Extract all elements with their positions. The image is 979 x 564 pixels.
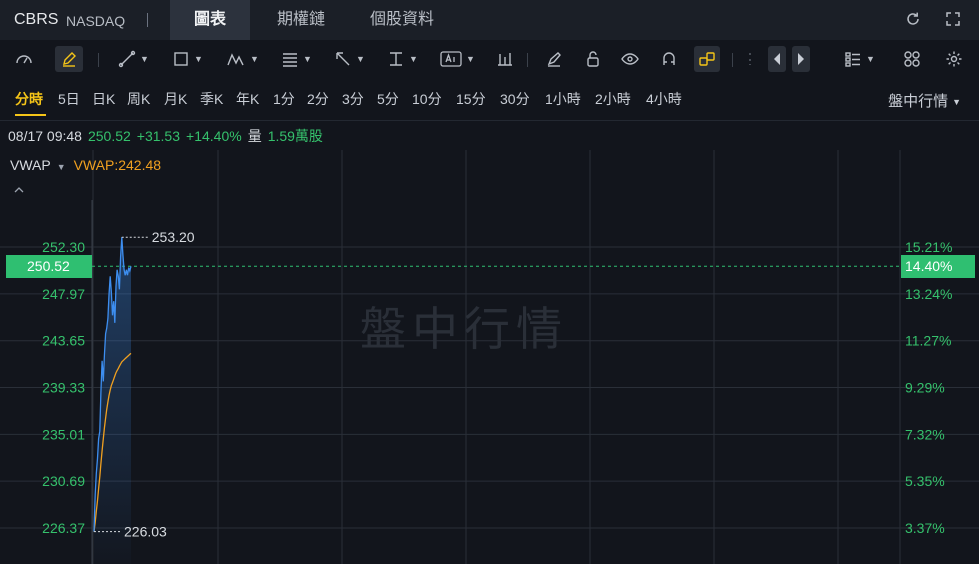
low-price-label: 226.03 bbox=[124, 524, 167, 540]
period-year[interactable]: 年K bbox=[236, 89, 259, 109]
arrow-tool-icon[interactable]: ▼ bbox=[334, 46, 365, 72]
y-tick-label: 247.97 bbox=[42, 286, 85, 302]
toolbar-divider bbox=[527, 53, 528, 67]
y-tick-label: 235.01 bbox=[42, 426, 85, 442]
pencil-icon[interactable] bbox=[55, 46, 83, 72]
top-header: CBRS NASDAQ 圖表 期權鏈 個股資料 bbox=[0, 0, 979, 40]
header-divider bbox=[147, 13, 148, 27]
tab-options-chain[interactable]: 期權鏈 bbox=[252, 0, 350, 40]
speedometer-icon[interactable] bbox=[14, 46, 36, 72]
y-tick-label: 230.69 bbox=[42, 473, 85, 489]
period-30m[interactable]: 30分 bbox=[500, 89, 530, 109]
period-3m[interactable]: 3分 bbox=[342, 89, 364, 109]
chart-series bbox=[93, 237, 132, 564]
period-1h[interactable]: 1小時 bbox=[545, 89, 581, 109]
fibonacci-tool-icon[interactable]: ▼ bbox=[281, 46, 312, 72]
volume-label: 量 bbox=[247, 128, 262, 144]
settings-icon[interactable] bbox=[945, 46, 963, 72]
y-tick-label-percent: 3.37% bbox=[905, 520, 945, 536]
period-5m[interactable]: 5分 bbox=[377, 89, 399, 109]
y-tick-label: 239.33 bbox=[42, 380, 85, 396]
tab-chart[interactable]: 圖表 bbox=[170, 0, 250, 40]
period-selector: 分時 5日 日K 周K 月K 季K 年K 1分 2分 3分 5分 10分 15分… bbox=[0, 80, 979, 120]
session-mode-label: 盤中行情 bbox=[888, 93, 949, 110]
fullscreen-icon[interactable] bbox=[944, 10, 962, 28]
period-month[interactable]: 月K bbox=[164, 89, 187, 109]
chevron-down-icon[interactable]: ▼ bbox=[57, 162, 66, 172]
y-tick-label-percent: 7.32% bbox=[905, 426, 945, 442]
chevron-down-icon: ▼ bbox=[952, 97, 961, 108]
quote-info-line: 08/17 09:48 250.52 +31.53 +14.40% 量 1.59萬股 bbox=[8, 126, 329, 146]
y-tick-label: 243.65 bbox=[42, 333, 85, 349]
quote-price: 250.52 bbox=[87, 128, 131, 144]
quote-change-pct: +14.40% bbox=[186, 128, 242, 144]
chart-watermark: 盤中行情 bbox=[360, 303, 568, 355]
quote-change: +31.53 bbox=[136, 128, 181, 144]
stock-symbol: CBRS bbox=[14, 11, 59, 28]
text-tool-icon[interactable]: ▼ bbox=[440, 46, 475, 72]
prev-icon[interactable] bbox=[768, 46, 786, 72]
period-4h[interactable]: 4小時 bbox=[646, 89, 682, 109]
session-mode-dropdown[interactable]: 盤中行情 ▼ bbox=[888, 90, 961, 111]
y-tick-label: 252.30 bbox=[42, 239, 85, 255]
period-5d[interactable]: 5日 bbox=[58, 89, 80, 109]
bar-icon[interactable] bbox=[496, 46, 514, 72]
measure-tool-icon[interactable]: ▼ bbox=[387, 46, 418, 72]
indicator-legend: VWAP ▼ VWAP:242.48 bbox=[10, 157, 161, 173]
period-2m[interactable]: 2分 bbox=[307, 89, 329, 109]
grid-icon[interactable] bbox=[903, 46, 921, 72]
drawing-toolbar: ▼ ▼ ▼ ▼ ▼ ▼ ▼ ▼ bbox=[0, 40, 979, 78]
magnet-icon[interactable] bbox=[660, 46, 678, 72]
quote-datetime: 08/17 09:48 bbox=[8, 128, 82, 144]
collapse-icon[interactable] bbox=[14, 183, 24, 197]
price-area bbox=[94, 237, 131, 564]
pattern-tool-icon[interactable]: ▼ bbox=[226, 46, 259, 72]
period-week[interactable]: 周K bbox=[127, 89, 150, 109]
period-1m[interactable]: 1分 bbox=[273, 89, 295, 109]
exchange-name: NASDAQ bbox=[66, 13, 126, 29]
current-price-tag: 250.52 bbox=[6, 255, 92, 278]
period-day[interactable]: 日K bbox=[92, 89, 115, 109]
period-2h[interactable]: 2小時 bbox=[595, 89, 631, 109]
layout-icon[interactable]: ▼ bbox=[844, 46, 875, 72]
y-tick-label-percent: 15.21% bbox=[905, 239, 952, 255]
high-price-label: 253.20 bbox=[152, 229, 195, 245]
period-15m[interactable]: 15分 bbox=[456, 89, 486, 109]
period-quarter[interactable]: 季K bbox=[200, 89, 223, 109]
period-active-indicator bbox=[15, 114, 46, 116]
unlock-icon[interactable] bbox=[584, 46, 602, 72]
rectangle-tool-icon[interactable]: ▼ bbox=[172, 46, 203, 72]
next-icon[interactable] bbox=[792, 46, 810, 72]
y-tick-label-percent: 5.35% bbox=[905, 473, 945, 489]
line-tool-icon[interactable]: ▼ bbox=[118, 46, 149, 72]
brush-icon[interactable] bbox=[545, 46, 563, 72]
y-tick-label: 226.37 bbox=[42, 520, 85, 536]
undo-icon[interactable] bbox=[744, 46, 758, 72]
vwap-value: VWAP:242.48 bbox=[73, 157, 162, 173]
tab-stock-info[interactable]: 個股資料 bbox=[352, 0, 452, 40]
toolbar-divider bbox=[732, 53, 733, 67]
toolbar-divider bbox=[98, 53, 99, 67]
indicator-name[interactable]: VWAP bbox=[10, 157, 51, 173]
y-tick-label-percent: 11.27% bbox=[905, 333, 951, 349]
quote-volume: 1.59萬股 bbox=[267, 128, 323, 144]
y-tick-label-percent: 13.24% bbox=[905, 286, 952, 302]
link-icon[interactable] bbox=[694, 46, 720, 72]
eye-icon[interactable] bbox=[621, 46, 639, 72]
refresh-icon[interactable] bbox=[904, 10, 922, 28]
y-tick-label-percent: 9.29% bbox=[905, 380, 945, 396]
period-intraday[interactable]: 分時 bbox=[15, 89, 43, 109]
y-axis-price: 252.30 247.97 243.65 239.33 235.01 230.69 226.… bbox=[42, 239, 85, 536]
section-divider bbox=[0, 120, 979, 121]
current-percent-tag: 14.40% bbox=[901, 255, 975, 278]
period-10m[interactable]: 10分 bbox=[412, 89, 442, 109]
